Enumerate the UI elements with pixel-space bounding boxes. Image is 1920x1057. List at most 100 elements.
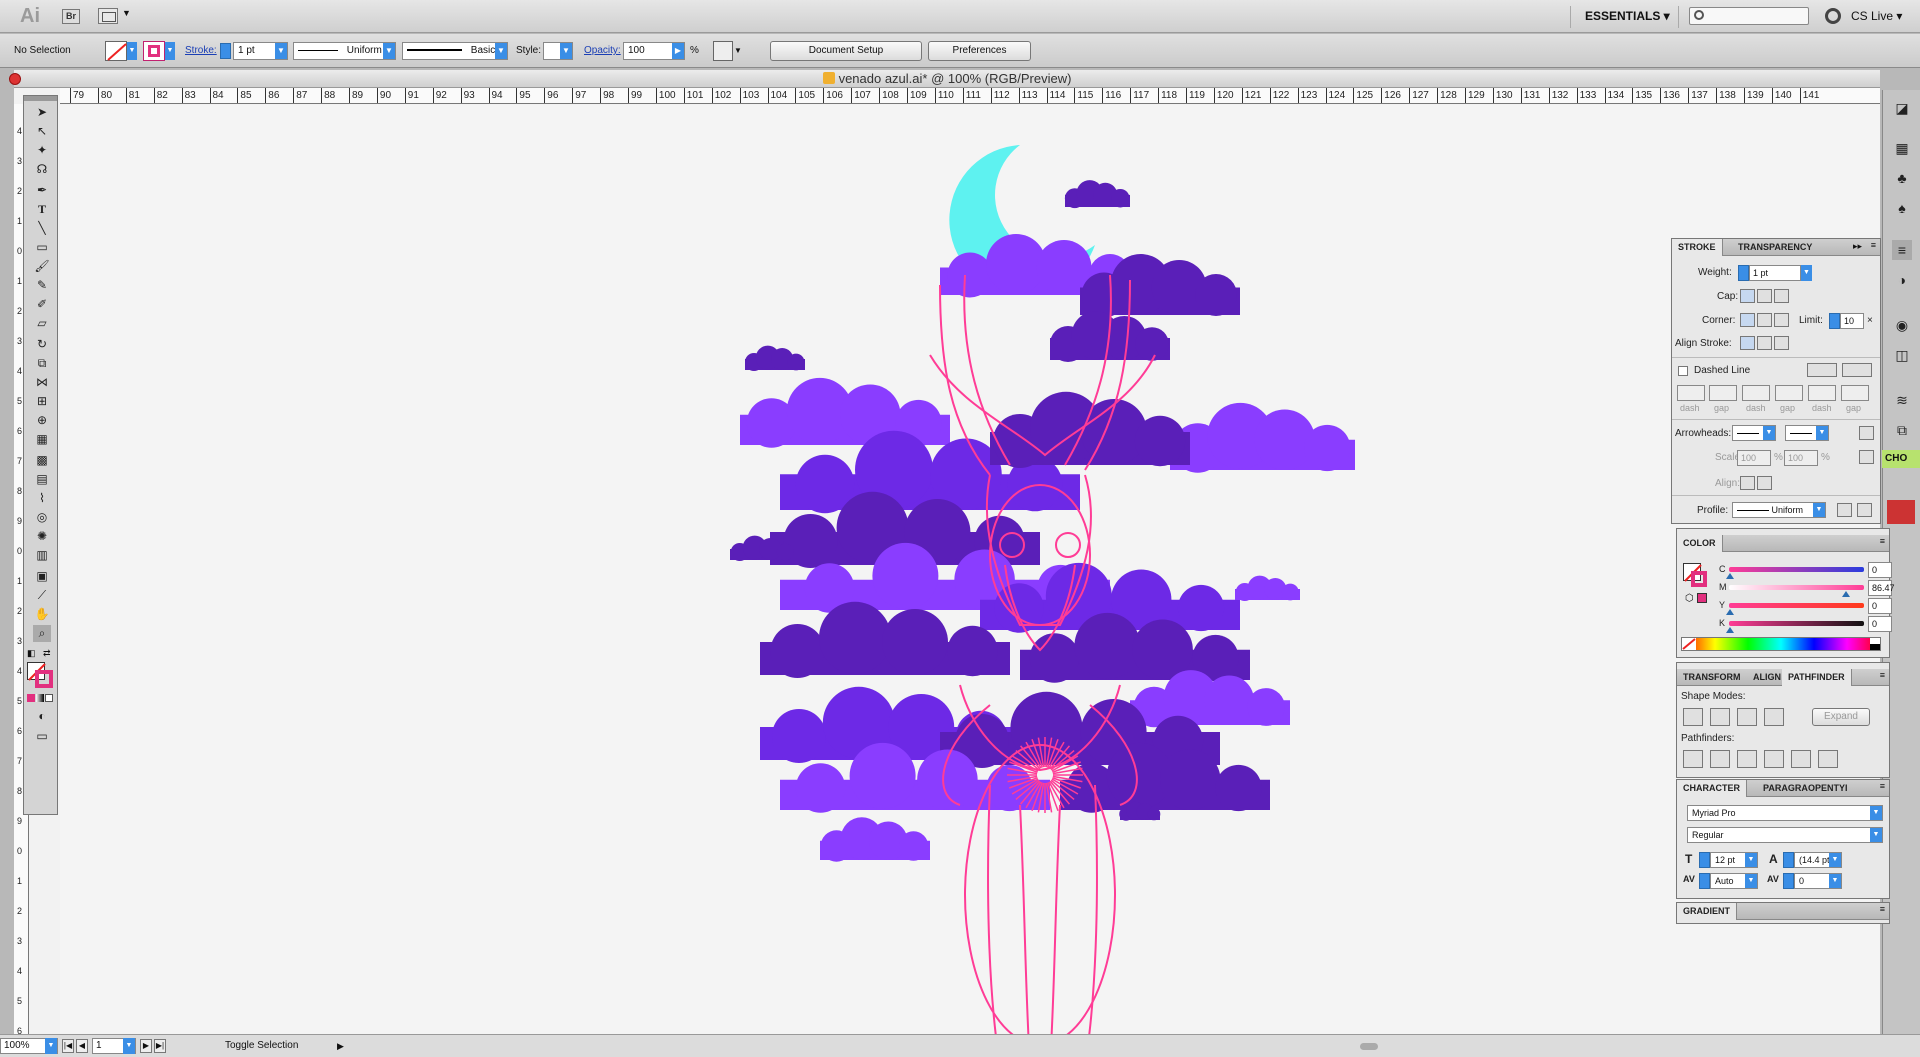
- status-menu-icon[interactable]: ▶: [337, 1041, 344, 1052]
- brushes-icon[interactable]: ♣: [1892, 168, 1912, 188]
- lasso-tool-icon[interactable]: ☊: [33, 161, 51, 178]
- bridge-button[interactable]: Br: [62, 9, 80, 24]
- cyan-slider-thumb[interactable]: [1726, 573, 1734, 579]
- align-outside-icon[interactable]: [1774, 336, 1789, 350]
- tab-character[interactable]: CHARACTER: [1677, 780, 1747, 797]
- cloud[interactable]: [760, 601, 1010, 678]
- end-scale-field[interactable]: 100: [1784, 450, 1818, 466]
- gradient-mode-icon[interactable]: [36, 694, 44, 702]
- magenta-slider-thumb[interactable]: [1842, 591, 1850, 597]
- previous-artboard-icon[interactable]: ◀: [76, 1039, 88, 1053]
- stroke-panel-icon[interactable]: ≡: [1892, 240, 1912, 260]
- gap-field-1[interactable]: [1709, 385, 1737, 401]
- fill-swatch[interactable]: [105, 41, 127, 61]
- round-cap-icon[interactable]: [1757, 289, 1772, 303]
- tab-align[interactable]: ALIGN: [1747, 669, 1787, 686]
- type-tool-icon[interactable]: T: [33, 201, 51, 218]
- font-size-stepper[interactable]: [1699, 852, 1710, 868]
- limit-field[interactable]: 10: [1840, 313, 1864, 329]
- end-arrowhead-dropdown[interactable]: ▼: [1785, 425, 1829, 441]
- cloud[interactable]: [820, 817, 930, 862]
- tracking-field[interactable]: 0 ▼: [1794, 873, 1842, 889]
- tab-gradient[interactable]: GRADIENT: [1677, 903, 1737, 920]
- start-arrowhead-dropdown[interactable]: ▼: [1732, 425, 1776, 441]
- column-graph-tool-icon[interactable]: ▥: [33, 547, 51, 564]
- drawing-mode-icon[interactable]: ◐: [33, 708, 51, 725]
- tab-transform[interactable]: TRANSFORM: [1677, 669, 1747, 686]
- font-style-dropdown[interactable]: Regular ▼: [1687, 827, 1883, 843]
- width-tool-icon[interactable]: ⋈: [33, 374, 51, 391]
- next-artboard-icon[interactable]: ▶: [140, 1039, 152, 1053]
- opacity-label[interactable]: Opacity:: [584, 45, 621, 56]
- zoom-dropdown-icon[interactable]: ▼: [45, 1038, 57, 1054]
- start-scale-field[interactable]: 100: [1737, 450, 1771, 466]
- flip-along-icon[interactable]: [1837, 503, 1852, 517]
- black-color-icon[interactable]: [1870, 644, 1880, 650]
- dashed-line-checkbox[interactable]: [1678, 366, 1688, 376]
- align-center-icon[interactable]: [1740, 336, 1755, 350]
- leading-stepper[interactable]: [1783, 852, 1794, 868]
- stroke-weight-stepper[interactable]: [220, 43, 231, 59]
- preferences-button[interactable]: Preferences: [928, 41, 1031, 61]
- graphic-styles-icon[interactable]: ◫: [1892, 345, 1912, 365]
- zoom-tool-icon[interactable]: ⌕: [33, 625, 51, 642]
- magenta-slider[interactable]: [1729, 585, 1864, 590]
- dash-field-1[interactable]: [1677, 385, 1705, 401]
- opacity-field[interactable]: 100 ▶: [623, 42, 685, 60]
- none-mode-icon[interactable]: [45, 694, 53, 702]
- panel-menu-icon[interactable]: ≡: [1880, 670, 1885, 680]
- pen-tool-icon[interactable]: ✒: [33, 182, 51, 199]
- symbol-sprayer-tool-icon[interactable]: ✺: [33, 528, 51, 545]
- brush-definition[interactable]: Basic ▼: [402, 42, 508, 60]
- kerning-field[interactable]: Auto ▼: [1710, 873, 1758, 889]
- artboard-dropdown-icon[interactable]: ▼: [123, 1038, 135, 1054]
- artboards-icon[interactable]: ⧉: [1892, 420, 1912, 440]
- link-scale-icon[interactable]: [1859, 450, 1874, 464]
- hand-tool-icon[interactable]: ✋: [33, 606, 51, 623]
- tab-opentype[interactable]: OPENTYI: [1802, 780, 1854, 797]
- arrow-extend-icon[interactable]: [1740, 476, 1755, 490]
- font-size-field[interactable]: 12 pt ▼: [1710, 852, 1758, 868]
- black-slider[interactable]: [1729, 621, 1864, 626]
- free-transform-tool-icon[interactable]: ⊞: [33, 393, 51, 410]
- arrange-documents-icon[interactable]: [98, 8, 118, 24]
- symbols-icon[interactable]: ♠: [1892, 198, 1912, 218]
- projecting-cap-icon[interactable]: [1774, 289, 1789, 303]
- flip-across-icon[interactable]: [1857, 503, 1872, 517]
- tab-color[interactable]: COLOR: [1677, 535, 1723, 552]
- tracking-stepper[interactable]: [1783, 873, 1794, 889]
- stroke-dropdown-icon[interactable]: ▼: [165, 42, 175, 60]
- recolor-artwork-icon[interactable]: [713, 41, 733, 61]
- merge-icon[interactable]: [1737, 750, 1757, 768]
- cloud[interactable]: [1235, 575, 1300, 601]
- intersect-icon[interactable]: [1737, 708, 1757, 726]
- leading-field[interactable]: (14.4 pt) ▼: [1794, 852, 1842, 868]
- fill-dropdown-icon[interactable]: ▼: [127, 42, 137, 60]
- pencil-tool-icon[interactable]: ✎: [33, 277, 51, 294]
- horizontal-ruler[interactable]: 79 80 81 82 83 84 85 86 87 88 89 90 91 92 93 94 95 96 97 98…: [60, 88, 1880, 104]
- scale-tool-icon[interactable]: ⧉: [33, 355, 51, 372]
- profile-dropdown[interactable]: Uniform ▼: [1732, 502, 1826, 518]
- artboard-canvas[interactable]: [60, 105, 1880, 1057]
- document-info-icon[interactable]: ◪: [1892, 98, 1912, 118]
- line-tool-icon[interactable]: ╲: [33, 220, 51, 237]
- panel-menu-icon[interactable]: ≡: [1880, 781, 1885, 791]
- eyedropper-tool-icon[interactable]: ⌇: [33, 490, 51, 507]
- stroke-indicator[interactable]: [35, 670, 53, 688]
- out-of-gamut-icon[interactable]: ⬡: [1685, 593, 1694, 604]
- default-fill-stroke-icon[interactable]: ◧: [27, 648, 36, 659]
- stroke-label[interactable]: Stroke:: [185, 45, 217, 56]
- mesh-tool-icon[interactable]: ▩: [33, 452, 51, 469]
- help-search-input[interactable]: [1689, 7, 1809, 25]
- swap-arrowheads-icon[interactable]: [1859, 426, 1874, 440]
- cloud[interactable]: [745, 345, 805, 371]
- tab-pathfinder[interactable]: PATHFINDER: [1782, 669, 1852, 686]
- collapse-panel-icon[interactable]: ▸▸: [1853, 241, 1862, 252]
- tab-stroke[interactable]: STROKE: [1672, 239, 1723, 256]
- close-document-icon[interactable]: [9, 73, 21, 85]
- color-spectrum-ramp[interactable]: [1681, 637, 1881, 651]
- preserve-dash-icon[interactable]: [1807, 363, 1837, 377]
- paintbrush-tool-icon[interactable]: 🖌: [33, 258, 51, 275]
- swatches-icon[interactable]: ▦: [1892, 138, 1912, 158]
- arrow-place-icon[interactable]: [1757, 476, 1772, 490]
